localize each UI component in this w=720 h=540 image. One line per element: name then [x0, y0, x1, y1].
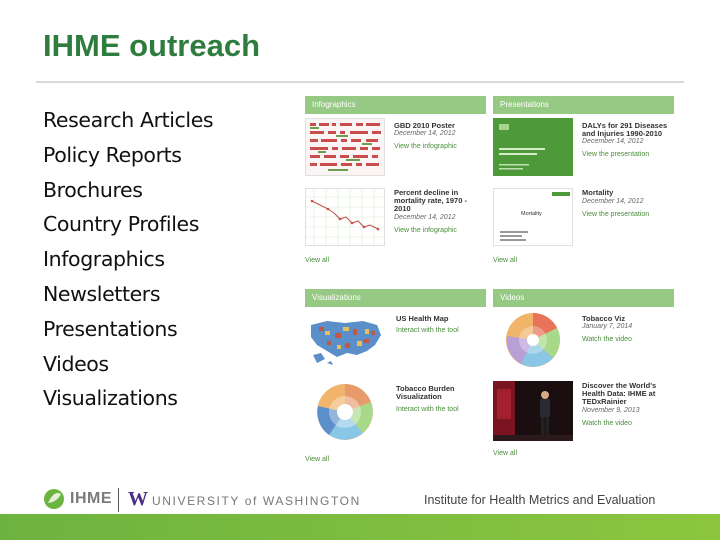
infographics-panel-header: Infographics: [305, 96, 486, 114]
visualizations-view-all-link[interactable]: View all: [305, 456, 329, 463]
poster-graphic: [306, 119, 384, 175]
watch-video-link[interactable]: Watch the video: [582, 336, 632, 343]
presentations-panel-header: Presentations: [493, 96, 674, 114]
mortality-slide-accent: [552, 192, 570, 196]
gbd-poster-thumbnail[interactable]: [305, 118, 385, 176]
mortality-chart-graphic: [306, 189, 384, 245]
tobacco-burden-thumbnail[interactable]: [305, 381, 385, 441]
infographics-panel: Infographics GBD 2010 Poster December 14…: [305, 96, 486, 268]
footer-bar: [0, 514, 720, 540]
visualizations-panel-header: Visualizations: [305, 289, 486, 307]
view-presentation-link[interactable]: View the presentation: [582, 211, 649, 218]
slide-title: IHME outreach: [43, 28, 261, 63]
tedx-speaker-graphic: [493, 381, 573, 441]
view-infographic-link[interactable]: View the infographic: [394, 143, 457, 150]
infographic-date: December 14, 2012: [394, 130, 456, 137]
presentations-view-all-link[interactable]: View all: [493, 257, 517, 264]
list-item: Country Profiles: [43, 212, 199, 237]
visualizations-panel: Visualizations US Health Map Interact wi…: [305, 289, 486, 467]
outreach-list: Research Articles Policy Reports Brochur…: [43, 103, 214, 416]
list-item: Newsletters: [43, 281, 161, 306]
presentation-title[interactable]: DALYs for 291 Diseases and Injuries 1990…: [582, 122, 667, 138]
us-map-graphic: [305, 311, 385, 369]
title-divider: [36, 81, 684, 83]
view-presentation-link[interactable]: View the presentation: [582, 151, 649, 158]
mortality-slide-text-line: [500, 231, 528, 233]
presentation-title[interactable]: Mortality: [582, 189, 613, 197]
institute-name: Institute for Health Metrics and Evaluat…: [424, 493, 656, 507]
video-date: November 9, 2013: [582, 407, 640, 414]
infographic-title[interactable]: GBD 2010 Poster: [394, 122, 455, 130]
infographic-date: December 14, 2012: [394, 214, 456, 221]
view-infographic-link[interactable]: View the infographic: [394, 227, 457, 234]
us-health-map-thumbnail[interactable]: [305, 311, 385, 369]
interact-with-tool-link[interactable]: Interact with the tool: [396, 406, 459, 413]
mortality-slide-text-line: [500, 239, 526, 241]
logo-divider: [118, 488, 119, 512]
list-item: Policy Reports: [43, 142, 182, 167]
list-item: Brochures: [43, 177, 143, 202]
visualization-title[interactable]: Tobacco Burden Visualization: [396, 385, 455, 401]
presentations-panel: Presentations DALYs for 291 Diseases and…: [493, 96, 674, 268]
tobacco-viz-video-thumbnail[interactable]: [493, 311, 573, 369]
mortality-decline-thumbnail[interactable]: [305, 188, 385, 246]
videos-panel: Videos Tobacco Viz January 7, 2014 Watch…: [493, 289, 674, 461]
mortality-slide-text-line: [500, 235, 522, 237]
list-item: Research Articles: [43, 108, 214, 132]
uw-logo-icon: W: [128, 488, 148, 510]
mortality-presentation-thumbnail[interactable]: Mortality: [493, 188, 573, 246]
list-item: Infographics: [43, 247, 165, 272]
list-item: Videos: [43, 351, 109, 376]
list-item: Visualizations: [43, 386, 178, 411]
video-title[interactable]: Tobacco Viz: [582, 315, 625, 323]
videos-panel-header: Videos: [493, 289, 674, 307]
interact-with-tool-link[interactable]: Interact with the tool: [396, 327, 459, 334]
tobacco-viz-graphic: [493, 311, 573, 369]
ihme-logo-text: IHME: [70, 490, 112, 507]
tobacco-burden-graphic: [305, 381, 385, 441]
visualization-title[interactable]: US Health Map: [396, 315, 449, 323]
videos-view-all-link[interactable]: View all: [493, 450, 517, 457]
video-date: January 7, 2014: [582, 323, 633, 330]
dalys-slide-graphic: [493, 118, 573, 176]
watch-video-link[interactable]: Watch the video: [582, 420, 632, 427]
infographic-title[interactable]: Percent decline in mortality rate, 1970 …: [394, 189, 467, 213]
video-title[interactable]: Discover the World's Health Data: IHME a…: [582, 382, 656, 406]
list-item: Presentations: [43, 316, 178, 341]
dalys-presentation-thumbnail[interactable]: [493, 118, 573, 176]
presentation-date: December 14, 2012: [582, 198, 644, 205]
presentation-date: December 14, 2012: [582, 138, 644, 145]
ihme-leaf-icon: [44, 489, 64, 509]
ihme-logo: IHME: [43, 488, 112, 510]
tedx-video-thumbnail[interactable]: [493, 381, 573, 441]
mortality-slide-label: Mortality: [521, 211, 542, 217]
infographics-view-all-link[interactable]: View all: [305, 257, 329, 264]
uw-logo-text: UNIVERSITY of WASHINGTON: [152, 494, 361, 508]
